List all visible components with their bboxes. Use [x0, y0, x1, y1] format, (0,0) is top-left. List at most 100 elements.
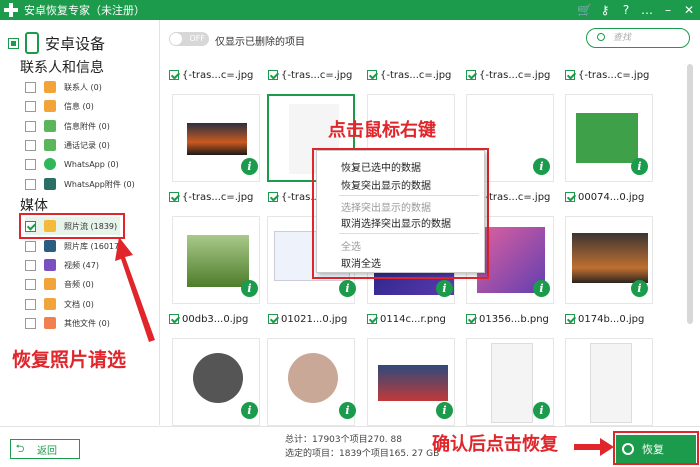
- scrollbar-thumb[interactable]: [687, 64, 693, 324]
- annotation-arrow-icon: [115, 237, 155, 342]
- file-name: {-tras...c=.jpg: [578, 69, 650, 81]
- sidebar-item-photo-library[interactable]: 照片库 (16017): [25, 237, 122, 255]
- stats: 总计：17903个项目270. 88 选定的项目：1839个项目165. 27 …: [285, 433, 439, 461]
- list-item[interactable]: 01356...b.png: [466, 308, 560, 330]
- list-item[interactable]: 0174b...0.jpg: [565, 308, 659, 330]
- info-icon[interactable]: i: [339, 280, 356, 297]
- whatsapp-attachment-icon: [44, 178, 56, 190]
- sidebar-item-video[interactable]: 视频 (47): [25, 256, 99, 274]
- list-item[interactable]: {-tras...c=.jpg: [367, 64, 461, 86]
- info-icon[interactable]: i: [631, 158, 648, 175]
- list-item[interactable]: 0114c...r.png: [367, 308, 461, 330]
- messages-icon: [44, 100, 56, 112]
- list-item[interactable]: 00074...0.jpg: [565, 186, 659, 208]
- deleted-only-toggle[interactable]: OFF: [169, 32, 209, 46]
- screenshot-image: [491, 343, 533, 423]
- menu-item-deselect-highlighted[interactable]: 取消选择突出显示的数据: [341, 215, 451, 230]
- checkbox[interactable]: [25, 298, 36, 310]
- checkbox[interactable]: [565, 314, 575, 324]
- menu-item-recover-highlighted[interactable]: 恢复突出显示的数据: [341, 177, 431, 192]
- sidebar-item-messages[interactable]: 信息 (0): [25, 97, 94, 115]
- key-icon[interactable]: ⚷: [598, 3, 612, 17]
- sidebar-item-whatsapp[interactable]: WhatsApp (0): [25, 155, 119, 173]
- contacts-icon: [44, 81, 56, 93]
- selected-items: 选定的项目：1839个项目165. 27 GB: [285, 449, 440, 459]
- sidebar-item-other-files[interactable]: 其他文件 (0): [25, 314, 110, 332]
- back-button[interactable]: ⮌ 返回: [10, 439, 80, 459]
- checkbox[interactable]: [466, 314, 476, 324]
- checkbox[interactable]: [25, 259, 36, 271]
- checkbox[interactable]: [25, 120, 36, 132]
- sidebar-item-label: 信息 (0): [64, 101, 94, 111]
- checkbox[interactable]: [25, 100, 36, 112]
- avatar-image: [288, 353, 338, 403]
- info-icon[interactable]: i: [241, 280, 258, 297]
- thumbnail[interactable]: [565, 338, 653, 426]
- checkbox[interactable]: [268, 192, 278, 202]
- checkbox[interactable]: [268, 314, 278, 324]
- list-item[interactable]: {-tras...c=.jpg: [565, 64, 659, 86]
- checkbox[interactable]: [25, 240, 36, 252]
- device-row[interactable]: 安卓设备: [8, 32, 105, 54]
- checkbox[interactable]: [367, 70, 377, 80]
- menu-item-deselect-all[interactable]: 取消全选: [341, 255, 381, 270]
- photo-icon: [44, 240, 56, 252]
- info-icon[interactable]: i: [533, 280, 550, 297]
- checkbox[interactable]: [25, 158, 36, 170]
- checkbox[interactable]: [268, 70, 278, 80]
- device-checkbox[interactable]: [8, 37, 19, 49]
- checkbox[interactable]: [466, 70, 476, 80]
- list-item[interactable]: {-tras...c=.jpg: [466, 64, 560, 86]
- file-name: 00db3...0.jpg: [182, 313, 249, 325]
- sidebar-item-message-attachments[interactable]: 信息附件 (0): [25, 117, 110, 135]
- sidebar-item-call-log[interactable]: 通话记录 (0): [25, 136, 110, 154]
- list-item[interactable]: {-tras...c=.jpg: [169, 186, 263, 208]
- checkbox[interactable]: [25, 139, 36, 151]
- annotation-recover-photos: 恢复照片请选: [12, 349, 127, 371]
- list-item[interactable]: {-tras...c=.jpg: [169, 64, 263, 86]
- sidebar-item-audio[interactable]: 音频 (0): [25, 275, 94, 293]
- checkbox[interactable]: [367, 314, 377, 324]
- sunset-image: [187, 123, 247, 155]
- sidebar-item-label: 照片库 (16017): [64, 241, 123, 251]
- menu-item-select-all[interactable]: 全选: [341, 238, 361, 253]
- minimize-icon[interactable]: –: [661, 3, 675, 17]
- checkbox[interactable]: [25, 278, 36, 290]
- cart-icon[interactable]: 🛒: [577, 3, 592, 17]
- info-icon[interactable]: i: [436, 402, 453, 419]
- menu-item-recover-selected[interactable]: 恢复已选中的数据: [341, 159, 421, 174]
- info-icon[interactable]: i: [241, 158, 258, 175]
- back-label: 返回: [37, 445, 57, 457]
- info-icon[interactable]: i: [436, 280, 453, 297]
- checkbox[interactable]: [25, 317, 36, 329]
- checkbox[interactable]: [169, 70, 179, 80]
- chat-icon[interactable]: …: [640, 3, 654, 17]
- menu-divider: [339, 195, 479, 196]
- sidebar-item-documents[interactable]: 文档 (0): [25, 295, 94, 313]
- info-icon[interactable]: i: [241, 402, 258, 419]
- sidebar-item-contacts[interactable]: 联系人 (0): [25, 78, 102, 96]
- info-icon[interactable]: i: [631, 280, 648, 297]
- info-icon[interactable]: i: [339, 402, 356, 419]
- list-item[interactable]: 00db3...0.jpg: [169, 308, 263, 330]
- scrollbar[interactable]: [684, 56, 696, 426]
- info-icon[interactable]: i: [533, 158, 550, 175]
- list-item[interactable]: 01021...0.jpg: [268, 308, 362, 330]
- checkbox[interactable]: [25, 178, 36, 190]
- checkbox[interactable]: [565, 70, 575, 80]
- info-icon[interactable]: i: [533, 402, 550, 419]
- group-media: 媒体: [20, 198, 48, 214]
- sidebar-item-label: WhatsApp附件 (0): [64, 179, 135, 189]
- file-name: {-tras...c=.jpg: [281, 69, 353, 81]
- file-name: 0114c...r.png: [380, 313, 446, 325]
- list-item[interactable]: {-tras...c=.jpg: [268, 64, 362, 86]
- menu-item-select-highlighted[interactable]: 选择突出显示的数据: [341, 199, 431, 214]
- help-icon[interactable]: ?: [619, 3, 633, 17]
- checkbox[interactable]: [565, 192, 575, 202]
- annotation-arrow-right-icon: [574, 438, 614, 456]
- sidebar-item-whatsapp-attachments[interactable]: WhatsApp附件 (0): [25, 175, 135, 193]
- checkbox[interactable]: [25, 81, 36, 93]
- checkbox[interactable]: [169, 192, 179, 202]
- checkbox[interactable]: [169, 314, 179, 324]
- close-icon[interactable]: ✕: [682, 3, 696, 17]
